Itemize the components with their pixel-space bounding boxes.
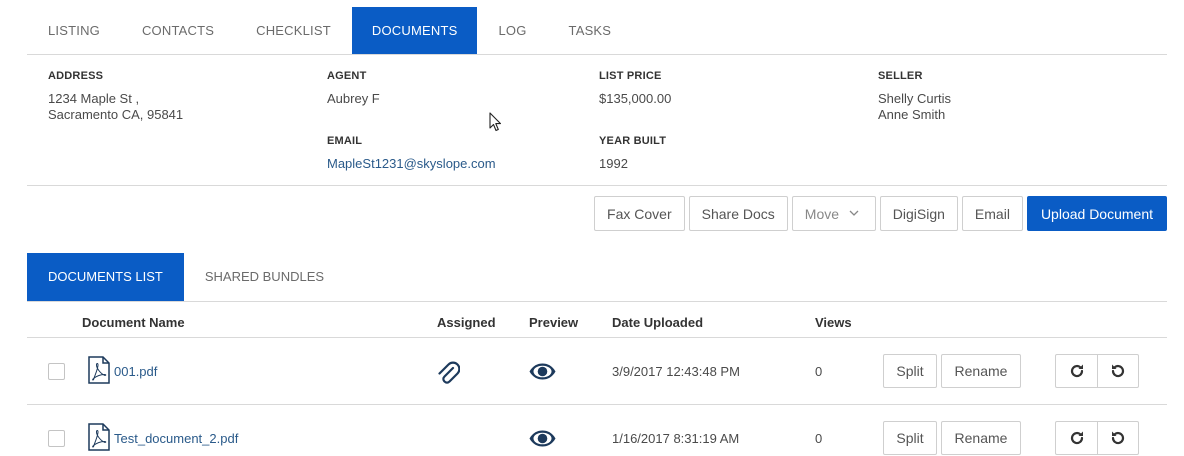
list-price-label: LIST PRICE [599,70,662,82]
date-uploaded: 1/16/2017 8:31:19 AM [612,431,740,446]
header-assigned: Assigned [437,315,496,330]
agent-column: AGENT Aubrey F EMAIL MapleSt1231@skyslop… [327,55,496,172]
address-line2: Sacramento CA, 95841 [48,107,184,122]
pdf-file-icon [87,423,111,456]
seller-column: SELLER Shelly Curtis Anne Smith [878,55,951,123]
documents-sub-tab-bar: DOCUMENTS LIST SHARED BUNDLES [27,253,1167,302]
split-button[interactable]: Split [883,354,937,388]
document-name-link[interactable]: Test_document_2.pdf [114,431,238,446]
tab-checklist[interactable]: CHECKLIST [235,7,352,54]
seller-label: SELLER [878,70,923,82]
header-date-uploaded: Date Uploaded [612,315,704,330]
table-row: 001.pdf 3/9/2017 12:43:48 PM 0 Split Ren… [27,338,1167,405]
eye-icon[interactable] [528,362,557,386]
address-column: ADDRESS 1234 Maple St , Sacramento CA, 9… [48,55,183,123]
seller-line1: Shelly Curtis [878,91,951,106]
pdf-file-icon [87,356,111,389]
tab-listing[interactable]: LISTING [27,7,121,54]
rename-button[interactable]: Rename [941,421,1021,455]
year-built-value: 1992 [599,156,628,171]
chevron-down-icon [849,208,859,219]
email-label: EMAIL [327,135,363,147]
rotate-right-icon[interactable] [1056,422,1097,454]
agent-value: Aubrey F [327,91,380,106]
view-count: 0 [815,431,823,446]
tab-shared-bundles[interactable]: SHARED BUNDLES [184,253,345,301]
address-label: ADDRESS [48,70,104,82]
seller-line2: Anne Smith [878,107,946,122]
rotate-button-group [1055,354,1139,388]
table-header: Document Name Assigned Preview Date Uplo… [27,302,1167,338]
rotate-left-icon[interactable] [1097,355,1138,387]
list-price-value: $135,000.00 [599,91,672,106]
paperclip-icon[interactable] [436,359,461,390]
move-label: Move [804,205,840,222]
top-tab-bar: LISTING CONTACTS CHECKLIST DOCUMENTS LOG… [27,7,1167,55]
row-select-checkbox[interactable] [48,430,65,447]
tab-log[interactable]: LOG [477,7,547,54]
rotate-right-icon[interactable] [1056,355,1097,387]
year-built-label: YEAR BUILT [599,135,667,147]
mouse-cursor-icon [489,112,502,132]
share-docs-button[interactable]: Share Docs [688,196,788,231]
tab-documents[interactable]: DOCUMENTS [351,7,478,54]
document-actions-toolbar: Fax Cover Share Docs Move DigiSign Email… [594,196,1167,231]
price-column: LIST PRICE $135,000.00 YEAR BUILT 1992 [599,55,671,172]
eye-icon[interactable] [528,429,557,453]
fax-cover-button[interactable]: Fax Cover [594,196,685,231]
listing-info-panel: ADDRESS 1234 Maple St , Sacramento CA, 9… [27,55,1167,186]
seller-value: Shelly Curtis Anne Smith [878,91,951,123]
view-count: 0 [815,364,823,379]
document-name-link[interactable]: 001.pdf [114,364,157,379]
header-preview: Preview [529,315,579,330]
date-uploaded: 3/9/2017 12:43:48 PM [612,364,740,379]
header-views: Views [815,315,852,330]
tab-documents-list[interactable]: DOCUMENTS LIST [27,253,184,301]
rename-button[interactable]: Rename [941,354,1021,388]
agent-label: AGENT [327,70,367,82]
email-button[interactable]: Email [961,196,1023,231]
tab-contacts[interactable]: CONTACTS [121,7,235,54]
table-row: Test_document_2.pdf 1/16/2017 8:31:19 AM… [27,405,1167,456]
tab-tasks[interactable]: TASKS [548,7,633,54]
address-line1: 1234 Maple St , [48,91,140,106]
rotate-button-group [1055,421,1139,455]
address-value: 1234 Maple St , Sacramento CA, 95841 [48,91,183,123]
email-value[interactable]: MapleSt1231@skyslope.com [327,156,496,172]
move-dropdown-button[interactable]: Move [791,196,876,231]
upload-document-button[interactable]: Upload Document [1026,196,1167,231]
row-select-checkbox[interactable] [48,363,65,380]
rotate-left-icon[interactable] [1097,422,1138,454]
digisign-button[interactable]: DigiSign [879,196,958,231]
documents-table: Document Name Assigned Preview Date Uplo… [27,302,1167,456]
header-document-name: Document Name [82,315,185,330]
split-button[interactable]: Split [883,421,937,455]
